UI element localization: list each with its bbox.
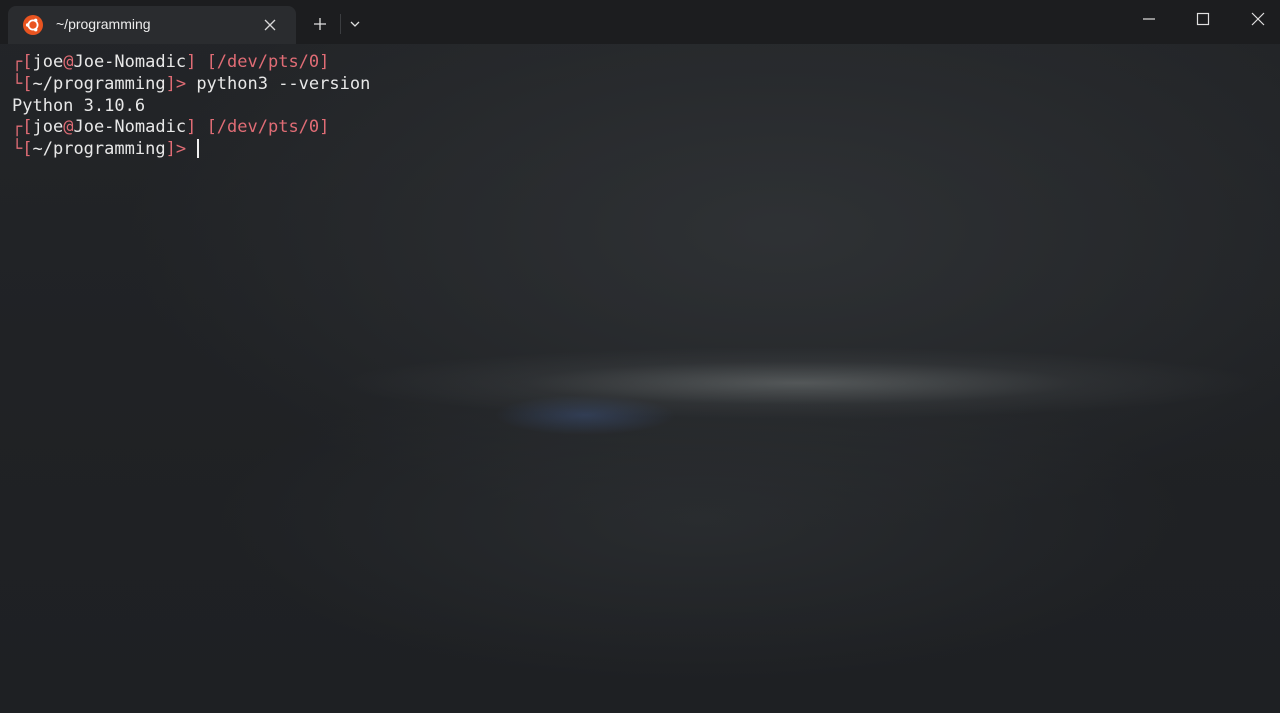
command-output: Python 3.10.6 (12, 96, 146, 116)
bracket-open: [ (22, 139, 33, 159)
bracket-close: ] (186, 117, 197, 137)
tab-programming[interactable]: ~/programming (8, 6, 296, 44)
title-bar: ~/programming (0, 0, 1280, 44)
prompt-tty: [/dev/pts/0] (206, 117, 330, 137)
command-text: python3 --version (196, 74, 371, 94)
prompt-user: joe (32, 52, 64, 72)
prompt-cwd: ~/programming (32, 74, 166, 94)
prompt-corner-bottom: └ (12, 139, 23, 159)
prompt-host: Joe-Nomadic (73, 52, 187, 72)
prompt-line-4[interactable]: └[~/programming]> (12, 139, 200, 160)
prompt-corner-bottom: └ (12, 74, 23, 94)
prompt-corner-top: ┌ (12, 117, 23, 137)
prompt-line-1: ┌[joe@Joe-Nomadic] [/dev/pts/0] (12, 52, 329, 73)
prompt-corner-top: ┌ (12, 52, 23, 72)
chevron-down-icon[interactable] (344, 13, 366, 35)
prompt-line-3: ┌[joe@Joe-Nomadic] [/dev/pts/0] (12, 117, 329, 138)
prompt-at: @ (63, 52, 74, 72)
bracket-open: [ (22, 117, 33, 137)
bracket-close: ] (165, 74, 176, 94)
bracket-close: ] (165, 139, 176, 159)
prompt-arrow: > (175, 74, 187, 94)
minimize-icon[interactable] (1138, 8, 1160, 30)
terminal-output[interactable]: ┌[joe@Joe-Nomadic] [/dev/pts/0] └[~/prog… (0, 44, 1280, 713)
prompt-host: Joe-Nomadic (73, 117, 187, 137)
prompt-at: @ (63, 117, 74, 137)
prompt-user: joe (32, 117, 64, 137)
bracket-open: [ (22, 74, 33, 94)
prompt-tty: [/dev/pts/0] (206, 52, 330, 72)
bracket-close: ] (186, 52, 197, 72)
close-tab-icon[interactable] (260, 15, 280, 35)
text-cursor (197, 139, 200, 158)
prompt-cwd: ~/programming (32, 139, 166, 159)
ubuntu-icon (23, 15, 43, 35)
maximize-icon[interactable] (1192, 8, 1214, 30)
bracket-open: [ (22, 52, 33, 72)
close-window-icon[interactable] (1247, 8, 1269, 30)
tab-divider (340, 14, 341, 34)
new-tab-plus-icon[interactable] (309, 13, 331, 35)
tab-title: ~/programming (56, 16, 151, 32)
prompt-line-2: └[~/programming]> python3 --version (12, 74, 370, 95)
prompt-arrow: > (175, 139, 187, 159)
